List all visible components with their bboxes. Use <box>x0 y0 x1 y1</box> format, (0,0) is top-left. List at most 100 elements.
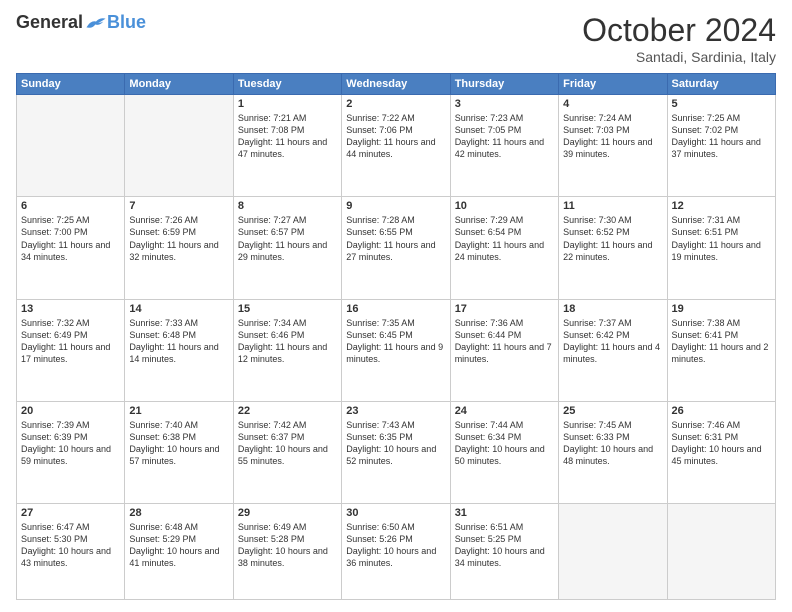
day-number: 18 <box>563 303 662 315</box>
cell-info: Sunrise: 7:33 AM Sunset: 6:48 PM Dayligh… <box>129 317 228 366</box>
day-number: 26 <box>672 405 771 417</box>
cell-info: Sunrise: 7:23 AM Sunset: 7:05 PM Dayligh… <box>455 112 554 161</box>
logo-text: General Blue <box>16 12 146 33</box>
calendar-cell-21: 21Sunrise: 7:40 AM Sunset: 6:38 PM Dayli… <box>125 401 233 503</box>
header: General Blue October 2024 Santadi, Sardi… <box>16 12 776 65</box>
calendar-header-saturday: Saturday <box>667 74 775 95</box>
cell-info: Sunrise: 7:35 AM Sunset: 6:45 PM Dayligh… <box>346 317 445 366</box>
calendar-week-4: 27 Sunrise: 6:47 AM Sunset: 5:30 PM Dayli… <box>17 504 776 600</box>
calendar-cell-11: 11 Sunrise: 7:30 AM Sunset: 6:52 PM Dayli… <box>559 197 667 299</box>
calendar-cell-7: 7 Sunrise: 7:26 AM Sunset: 6:59 PM Daylig… <box>125 197 233 299</box>
cell-info: Sunrise: 7:42 AM Sunset: 6:37 PM Dayligh… <box>238 419 337 468</box>
cell-info: Sunrise: 7:40 AM Sunset: 6:38 PM Dayligh… <box>129 419 228 468</box>
cell-info: Sunrise: 7:46 AM Sunset: 6:31 PM Dayligh… <box>672 419 771 468</box>
day-number: 6 <box>21 200 120 212</box>
day-number: 13 <box>21 303 120 315</box>
calendar-week-1: 6Sunrise: 7:25 AM Sunset: 7:00 PM Daylig… <box>17 197 776 299</box>
page: General Blue October 2024 Santadi, Sardi… <box>0 0 792 612</box>
location: Santadi, Sardinia, Italy <box>582 49 776 65</box>
day-number: 9 <box>346 200 445 212</box>
day-number: 1 <box>238 98 337 110</box>
day-number: 27 <box>21 507 120 519</box>
day-number: 31 <box>455 507 554 519</box>
calendar-week-2: 13 Sunrise: 7:32 AM Sunset: 6:49 PM Dayli… <box>17 299 776 401</box>
month-title: October 2024 <box>582 12 776 49</box>
cell-info: Sunrise: 7:29 AM Sunset: 6:54 PM Dayligh… <box>455 214 554 263</box>
calendar-cell-28: 28Sunrise: 6:48 AM Sunset: 5:29 PM Dayli… <box>125 504 233 600</box>
calendar-header-row: SundayMondayTuesdayWednesdayThursdayFrid… <box>17 74 776 95</box>
calendar-cell-empty <box>17 95 125 197</box>
title-block: October 2024 Santadi, Sardinia, Italy <box>582 12 776 65</box>
day-number: 22 <box>238 405 337 417</box>
calendar-header-tuesday: Tuesday <box>233 74 341 95</box>
calendar-cell-1: 1 Sunrise: 7:21 AM Sunset: 7:08 PM Daylig… <box>233 95 341 197</box>
cell-info: Sunrise: 7:22 AM Sunset: 7:06 PM Dayligh… <box>346 112 445 161</box>
calendar-cell-8: 8Sunrise: 7:27 AM Sunset: 6:57 PM Daylig… <box>233 197 341 299</box>
calendar-cell-3: 3 Sunrise: 7:23 AM Sunset: 7:05 PM Daylig… <box>450 95 558 197</box>
cell-info: Sunrise: 7:28 AM Sunset: 6:55 PM Dayligh… <box>346 214 445 263</box>
day-number: 12 <box>672 200 771 212</box>
calendar-cell-22: 22 Sunrise: 7:42 AM Sunset: 6:37 PM Dayli… <box>233 401 341 503</box>
day-number: 3 <box>455 98 554 110</box>
logo: General Blue <box>16 12 146 33</box>
calendar-cell-6: 6Sunrise: 7:25 AM Sunset: 7:00 PM Daylig… <box>17 197 125 299</box>
calendar-header-friday: Friday <box>559 74 667 95</box>
day-number: 30 <box>346 507 445 519</box>
cell-info: Sunrise: 7:43 AM Sunset: 6:35 PM Dayligh… <box>346 419 445 468</box>
logo-general: General <box>16 12 83 33</box>
cell-info: Sunrise: 7:34 AM Sunset: 6:46 PM Dayligh… <box>238 317 337 366</box>
calendar-cell-20: 20Sunrise: 7:39 AM Sunset: 6:39 PM Dayli… <box>17 401 125 503</box>
calendar-cell-18: 18 Sunrise: 7:37 AM Sunset: 6:42 PM Dayli… <box>559 299 667 401</box>
calendar-table: SundayMondayTuesdayWednesdayThursdayFrid… <box>16 73 776 600</box>
calendar-header-monday: Monday <box>125 74 233 95</box>
calendar-header-sunday: Sunday <box>17 74 125 95</box>
day-number: 25 <box>563 405 662 417</box>
day-number: 7 <box>129 200 228 212</box>
calendar-week-0: 1 Sunrise: 7:21 AM Sunset: 7:08 PM Daylig… <box>17 95 776 197</box>
calendar-cell-13: 13 Sunrise: 7:32 AM Sunset: 6:49 PM Dayli… <box>17 299 125 401</box>
calendar-cell-14: 14 Sunrise: 7:33 AM Sunset: 6:48 PM Dayli… <box>125 299 233 401</box>
calendar-cell-empty <box>667 504 775 600</box>
day-number: 24 <box>455 405 554 417</box>
calendar-cell-23: 23Sunrise: 7:43 AM Sunset: 6:35 PM Dayli… <box>342 401 450 503</box>
cell-info: Sunrise: 6:47 AM Sunset: 5:30 PM Dayligh… <box>21 521 120 570</box>
calendar-cell-15: 15Sunrise: 7:34 AM Sunset: 6:46 PM Dayli… <box>233 299 341 401</box>
day-number: 14 <box>129 303 228 315</box>
cell-info: Sunrise: 7:26 AM Sunset: 6:59 PM Dayligh… <box>129 214 228 263</box>
cell-info: Sunrise: 7:27 AM Sunset: 6:57 PM Dayligh… <box>238 214 337 263</box>
calendar-cell-empty <box>125 95 233 197</box>
calendar-cell-12: 12 Sunrise: 7:31 AM Sunset: 6:51 PM Dayli… <box>667 197 775 299</box>
calendar-cell-30: 30Sunrise: 6:50 AM Sunset: 5:26 PM Dayli… <box>342 504 450 600</box>
calendar-cell-10: 10Sunrise: 7:29 AM Sunset: 6:54 PM Dayli… <box>450 197 558 299</box>
cell-info: Sunrise: 7:25 AM Sunset: 7:02 PM Dayligh… <box>672 112 771 161</box>
calendar-cell-empty <box>559 504 667 600</box>
calendar-cell-27: 27 Sunrise: 6:47 AM Sunset: 5:30 PM Dayli… <box>17 504 125 600</box>
calendar-cell-9: 9 Sunrise: 7:28 AM Sunset: 6:55 PM Daylig… <box>342 197 450 299</box>
day-number: 2 <box>346 98 445 110</box>
cell-info: Sunrise: 7:36 AM Sunset: 6:44 PM Dayligh… <box>455 317 554 366</box>
calendar-cell-26: 26 Sunrise: 7:46 AM Sunset: 6:31 PM Dayli… <box>667 401 775 503</box>
cell-info: Sunrise: 7:37 AM Sunset: 6:42 PM Dayligh… <box>563 317 662 366</box>
calendar-cell-19: 19Sunrise: 7:38 AM Sunset: 6:41 PM Dayli… <box>667 299 775 401</box>
day-number: 11 <box>563 200 662 212</box>
calendar-header-thursday: Thursday <box>450 74 558 95</box>
cell-info: Sunrise: 6:51 AM Sunset: 5:25 PM Dayligh… <box>455 521 554 570</box>
cell-info: Sunrise: 7:39 AM Sunset: 6:39 PM Dayligh… <box>21 419 120 468</box>
cell-info: Sunrise: 6:49 AM Sunset: 5:28 PM Dayligh… <box>238 521 337 570</box>
calendar-week-3: 20Sunrise: 7:39 AM Sunset: 6:39 PM Dayli… <box>17 401 776 503</box>
day-number: 5 <box>672 98 771 110</box>
cell-info: Sunrise: 7:32 AM Sunset: 6:49 PM Dayligh… <box>21 317 120 366</box>
cell-info: Sunrise: 6:48 AM Sunset: 5:29 PM Dayligh… <box>129 521 228 570</box>
calendar-cell-17: 17Sunrise: 7:36 AM Sunset: 6:44 PM Dayli… <box>450 299 558 401</box>
cell-info: Sunrise: 7:30 AM Sunset: 6:52 PM Dayligh… <box>563 214 662 263</box>
logo-bird-icon <box>85 14 107 32</box>
calendar-cell-29: 29Sunrise: 6:49 AM Sunset: 5:28 PM Dayli… <box>233 504 341 600</box>
cell-info: Sunrise: 7:21 AM Sunset: 7:08 PM Dayligh… <box>238 112 337 161</box>
cell-info: Sunrise: 7:45 AM Sunset: 6:33 PM Dayligh… <box>563 419 662 468</box>
cell-info: Sunrise: 7:44 AM Sunset: 6:34 PM Dayligh… <box>455 419 554 468</box>
calendar-cell-16: 16Sunrise: 7:35 AM Sunset: 6:45 PM Dayli… <box>342 299 450 401</box>
calendar-cell-25: 25 Sunrise: 7:45 AM Sunset: 6:33 PM Dayli… <box>559 401 667 503</box>
cell-info: Sunrise: 7:31 AM Sunset: 6:51 PM Dayligh… <box>672 214 771 263</box>
calendar-cell-31: 31 Sunrise: 6:51 AM Sunset: 5:25 PM Dayli… <box>450 504 558 600</box>
calendar-cell-4: 4Sunrise: 7:24 AM Sunset: 7:03 PM Daylig… <box>559 95 667 197</box>
